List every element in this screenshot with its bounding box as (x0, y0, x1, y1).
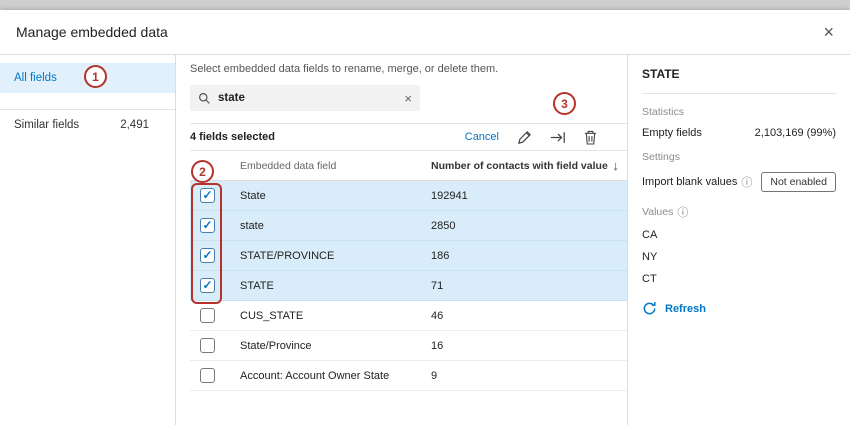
refresh-label: Refresh (665, 303, 706, 315)
field-count: 16 (431, 340, 627, 352)
value-item: CT (642, 273, 836, 285)
field-name: STATE/PROVINCE (240, 250, 431, 262)
values-label: Values (642, 206, 673, 218)
field-count: 46 (431, 310, 627, 322)
search-clear-icon[interactable]: × (404, 92, 412, 105)
import-blank-values-label: Import blank values (642, 176, 737, 188)
table-header: Embedded data field Number of contacts w… (190, 151, 627, 181)
table-row[interactable]: CUS_STATE 46 (190, 301, 627, 331)
dialog-title: Manage embedded data (16, 24, 168, 40)
info-icon[interactable]: ⓘ (677, 204, 688, 220)
field-name: STATE (240, 280, 431, 292)
column-header-count: Number of contacts with field value ↓ (431, 158, 627, 173)
checkbox-cell (190, 308, 240, 323)
table-row[interactable]: Account: Account Owner State 9 (190, 361, 627, 391)
info-icon[interactable]: ⓘ (741, 174, 752, 190)
cancel-button[interactable]: Cancel (465, 131, 499, 143)
value-item: CA (642, 229, 836, 241)
row-checkbox[interactable] (200, 368, 215, 383)
all-fields-label: All fields (14, 72, 57, 84)
values-section-label: Values ⓘ (642, 204, 836, 220)
field-name: state (240, 220, 431, 232)
checkbox-cell (190, 338, 240, 353)
annotation-step-3: 3 (553, 92, 576, 115)
row-checkbox[interactable] (200, 308, 215, 323)
empty-fields-row: Empty fields 2,103,169 (99%) (642, 127, 836, 139)
not-enabled-button[interactable]: Not enabled (761, 172, 836, 192)
delete-icon[interactable] (584, 130, 597, 145)
screen: Manage embedded data × All fields Simila… (0, 0, 850, 425)
close-icon[interactable]: × (823, 23, 834, 41)
instruction-text: Select embedded data fields to rename, m… (190, 63, 627, 75)
checkbox-cell (190, 188, 240, 203)
column-header-count-label: Number of contacts with field value (431, 160, 608, 172)
checkbox-cell (190, 218, 240, 233)
edit-icon[interactable] (517, 130, 532, 145)
refresh-icon (642, 301, 657, 316)
field-count: 2850 (431, 220, 627, 232)
details-panel: STATE Statistics Empty fields 2,103,169 … (628, 55, 850, 425)
checkbox-cell (190, 278, 240, 293)
annotation-step-2: 2 (191, 160, 214, 183)
sidebar: All fields Similar fields 2,491 (0, 55, 176, 425)
similar-fields-count: 2,491 (120, 119, 149, 131)
field-name: CUS_STATE (240, 310, 431, 322)
details-title: STATE (642, 67, 836, 81)
row-checkbox[interactable] (200, 188, 215, 203)
table-row[interactable]: State 192941 (190, 181, 627, 211)
statistics-section-label: Statistics (642, 106, 836, 118)
search-box[interactable]: × (190, 85, 420, 111)
field-count: 9 (431, 370, 627, 382)
table-row[interactable]: STATE 71 (190, 271, 627, 301)
sort-descending-icon[interactable]: ↓ (613, 158, 620, 173)
table-row[interactable]: State/Province 16 (190, 331, 627, 361)
row-checkbox[interactable] (200, 338, 215, 353)
column-header-field: Embedded data field (240, 160, 431, 172)
row-checkbox[interactable] (200, 278, 215, 293)
empty-fields-label: Empty fields (642, 127, 702, 139)
row-checkbox[interactable] (200, 248, 215, 263)
field-count: 192941 (431, 190, 627, 202)
dialog-header: Manage embedded data × (0, 10, 850, 55)
search-icon (198, 92, 211, 105)
value-item: NY (642, 251, 836, 263)
search-input[interactable] (218, 92, 397, 104)
table-row[interactable]: STATE/PROVINCE 186 (190, 241, 627, 271)
field-name: State/Province (240, 340, 431, 352)
table-row[interactable]: state 2850 (190, 211, 627, 241)
checkbox-cell (190, 248, 240, 263)
similar-fields-label: Similar fields (14, 119, 79, 131)
sidebar-item-similar-fields[interactable]: Similar fields 2,491 (0, 110, 175, 140)
row-checkbox[interactable] (200, 218, 215, 233)
dialog-body: All fields Similar fields 2,491 Select e… (0, 55, 850, 425)
settings-section-label: Settings (642, 151, 836, 163)
selected-count-label: 4 fields selected (190, 131, 275, 143)
checkbox-cell (190, 368, 240, 383)
field-name: State (240, 190, 431, 202)
manage-embedded-data-dialog: Manage embedded data × All fields Simila… (0, 10, 850, 425)
refresh-button[interactable]: Refresh (642, 301, 836, 316)
field-count: 71 (431, 280, 627, 292)
field-name: Account: Account Owner State (240, 370, 431, 382)
selection-toolbar: 4 fields selected Cancel (190, 123, 627, 151)
merge-icon[interactable] (550, 130, 566, 145)
toolbar-actions: Cancel (465, 130, 597, 145)
import-blank-values-row: Import blank values ⓘ Not enabled (642, 172, 836, 192)
details-divider (642, 93, 836, 94)
field-count: 186 (431, 250, 627, 262)
empty-fields-value: 2,103,169 (99%) (755, 127, 836, 139)
annotation-step-1: 1 (84, 65, 107, 88)
